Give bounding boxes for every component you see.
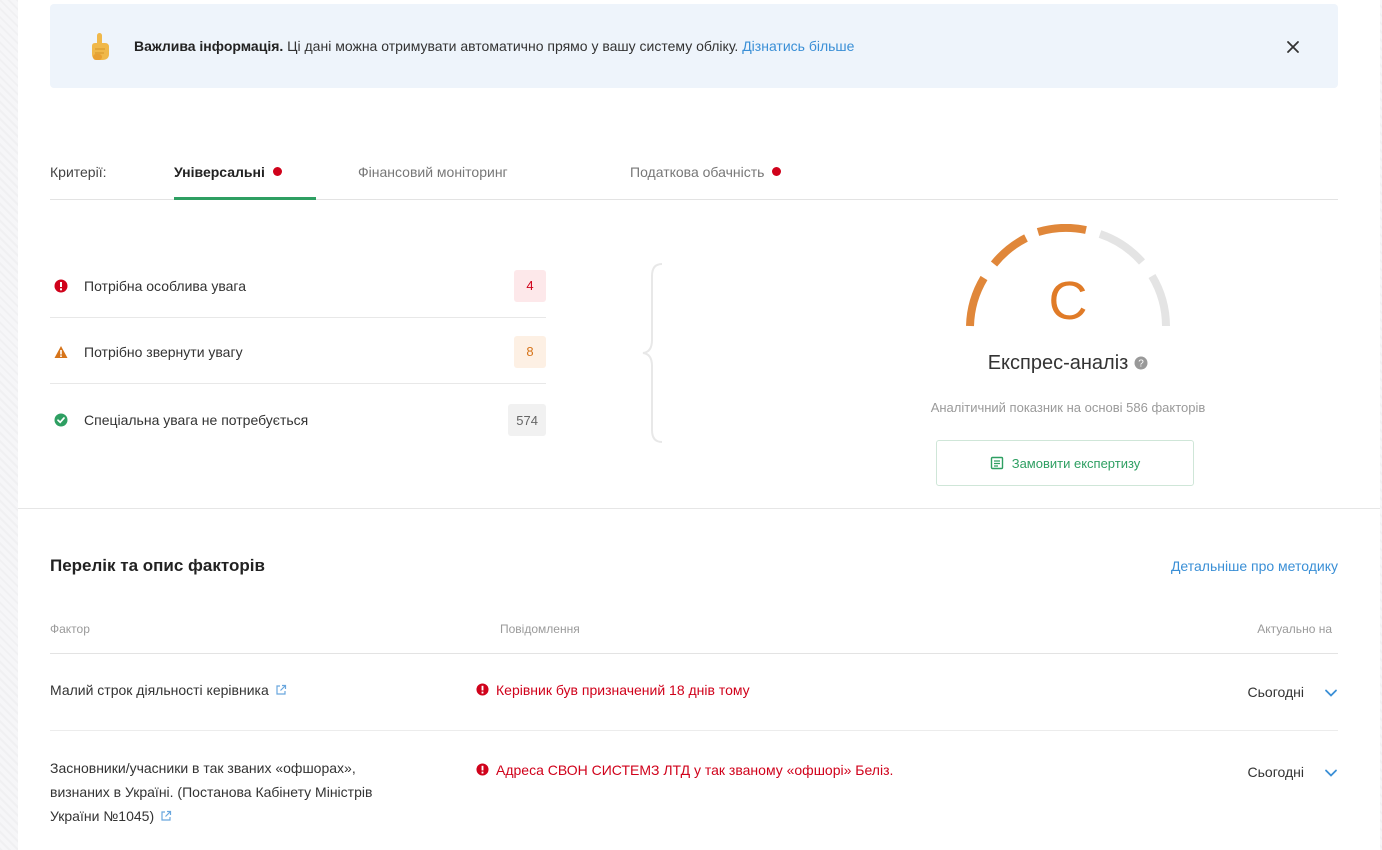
criteria-tabs: Критерії: Універсальні Фінансовий моніто… (50, 160, 1338, 200)
factor-message: Адреса СВОН СИСТЕМЗ ЛТД у так званому «о… (476, 758, 893, 782)
factors-title: Перелік та опис факторів (50, 556, 265, 575)
tab-tax-diligence-label: Податкова обачність (630, 164, 765, 180)
column-header-message: Повідомлення (500, 622, 580, 636)
criteria-label: Критерії: (50, 164, 107, 180)
active-tab-underline (174, 197, 316, 200)
factor-name-text: Засновники/учасники в так званих «офшора… (50, 760, 373, 824)
summary-count: 574 (508, 404, 546, 436)
order-expertise-label: Замовити експертизу (1011, 455, 1141, 471)
help-icon[interactable]: ? (1134, 356, 1148, 370)
summary-count: 4 (514, 269, 546, 302)
summary-row-critical[interactable]: Потрібна особлива увага 4 (50, 254, 546, 318)
alert-circle-icon (476, 683, 489, 696)
content-card: Важлива інформація. Ці дані можна отриму… (18, 0, 1380, 850)
info-banner: Важлива інформація. Ці дані можна отриму… (50, 4, 1338, 88)
chevron-down-icon[interactable] (1324, 686, 1338, 700)
svg-text:?: ? (1139, 359, 1145, 370)
grade-letter: C (1048, 271, 1088, 331)
factor-message-text: Керівник був призначений 18 днів тому (496, 682, 750, 698)
factor-name: Малий строк діяльності керівника (50, 678, 410, 702)
tab-tax-diligence[interactable]: Податкова обачність (630, 164, 782, 180)
summary-label: Потрібно звернути увагу (84, 343, 243, 360)
factor-date: Сьогодні (1247, 684, 1304, 700)
close-icon[interactable] (1286, 40, 1300, 54)
banner-bold-text: Важлива інформація. (134, 38, 284, 54)
factor-message-text: Адреса СВОН СИСТЕМЗ ЛТД у так званому «о… (496, 762, 894, 778)
chevron-down-icon[interactable] (1324, 766, 1338, 780)
pointing-hand-icon (92, 33, 109, 60)
tab-financial-monitoring-label: Фінансовий моніторинг (358, 164, 508, 180)
methodology-link[interactable]: Детальніше про методику (1171, 558, 1338, 574)
external-link-icon[interactable] (275, 684, 287, 696)
document-icon (990, 456, 1003, 470)
tab-universal-label: Універсальні (174, 164, 265, 180)
header-divider (50, 653, 1338, 654)
column-header-factor: Фактор (50, 622, 90, 636)
tab-financial-monitoring[interactable]: Фінансовий моніторинг (358, 164, 508, 180)
tab-universal[interactable]: Універсальні (174, 164, 282, 180)
row-divider (50, 730, 1338, 731)
summary-label: Потрібна особлива увага (84, 277, 246, 294)
express-analysis-title: Експрес-аналіз? (958, 352, 1178, 375)
order-expertise-button[interactable]: Замовити експертизу (936, 440, 1194, 486)
factor-date: Сьогодні (1247, 764, 1304, 780)
check-circle-icon (54, 413, 68, 427)
warning-triangle-icon (54, 345, 68, 358)
banner-body-text: Ці дані можна отримувати автоматично пря… (283, 38, 743, 54)
tab-universal-alert-dot (272, 167, 282, 176)
summary-label: Спеціальна увага не потребується (84, 412, 309, 428)
summary-row-warning[interactable]: Потрібно звернути увагу 8 (50, 320, 546, 384)
section-divider (18, 508, 1380, 509)
alert-circle-icon (54, 279, 68, 292)
column-header-date: Актуально на (1257, 622, 1332, 636)
banner-message: Важлива інформація. Ці дані можна отриму… (134, 38, 854, 54)
express-analysis-title-text: Експрес-аналіз (987, 352, 1129, 374)
summary-row-ok[interactable]: Спеціальна увага не потребується 574 (50, 388, 546, 452)
factor-name: Засновники/учасники в так званих «офшора… (50, 756, 410, 828)
factor-message: Керівник був призначений 18 днів тому (476, 678, 750, 702)
factor-name-text: Малий строк діяльності керівника (50, 682, 269, 698)
alert-circle-icon (476, 763, 489, 776)
brace-divider (642, 263, 663, 443)
external-link-icon[interactable] (160, 810, 172, 822)
learn-more-link[interactable]: Дізнатись більше (742, 38, 854, 54)
tab-tax-diligence-alert-dot (772, 167, 782, 176)
express-analysis-subtitle: Аналітичний показник на основі 586 факто… (930, 400, 1206, 415)
summary-count: 8 (514, 335, 546, 368)
